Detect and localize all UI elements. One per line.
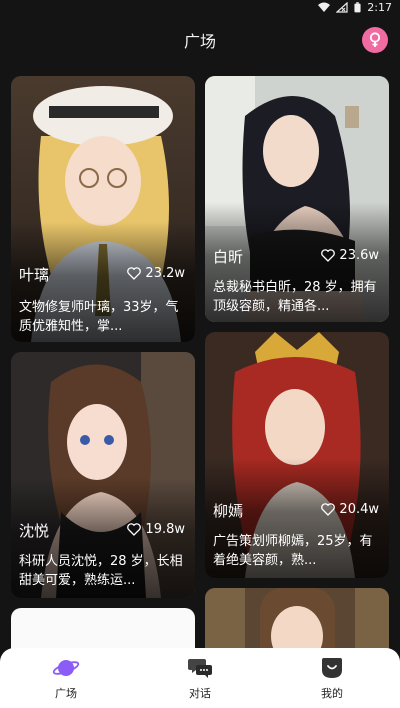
no-signal-icon	[336, 2, 348, 13]
character-description: 广告策划师柳嫣，25岁，有着绝美容颜，熟...	[213, 534, 373, 568]
tab-profile[interactable]: 我的	[292, 654, 372, 704]
like-count: 19.8w	[127, 522, 185, 537]
character-name: 白昕	[213, 248, 244, 266]
like-count: 23.2w	[127, 266, 185, 281]
tab-chat[interactable]: 对话	[160, 654, 240, 704]
character-description: 文物修复师叶璃，33岁，气质优雅知性，掌...	[19, 300, 179, 334]
character-card[interactable]: 白昕 23.6w 总裁秘书白昕，28 岁，拥有顶级容颜，精通各...	[205, 76, 389, 322]
tab-plaza[interactable]: 广场	[26, 654, 106, 704]
header: 广场	[0, 18, 400, 62]
bottom-tab-bar: 广场 对话 我的	[0, 648, 400, 708]
female-symbol-icon	[369, 32, 381, 47]
wifi-icon	[318, 2, 331, 12]
character-portrait	[205, 588, 389, 650]
tab-label: 广场	[55, 687, 77, 700]
profile-icon	[322, 658, 342, 678]
like-count: 20.4w	[321, 502, 379, 517]
status-bar: 2:17	[0, 0, 400, 16]
page-title: 广场	[183, 32, 216, 51]
character-card-placeholder[interactable]	[11, 608, 195, 650]
like-count: 23.6w	[321, 248, 379, 263]
character-card[interactable]: 沈悦 19.8w 科研人员沈悦，28 岁，长相甜美可爱，熟练运...	[11, 352, 195, 598]
heart-icon	[127, 267, 142, 280]
heart-icon	[321, 249, 336, 262]
character-name: 叶璃	[19, 266, 50, 284]
character-card[interactable]	[205, 588, 389, 650]
gender-filter-button[interactable]	[362, 27, 388, 53]
character-feed[interactable]: 叶璃 23.2w 文物修复师叶璃，33岁，气质优雅知性，掌... 白昕 23.6…	[0, 72, 400, 650]
character-name: 柳嫣	[213, 502, 244, 520]
tab-label: 对话	[189, 687, 211, 700]
character-description: 总裁秘书白昕，28 岁，拥有顶级容颜，精通各...	[213, 280, 377, 314]
clock: 2:17	[367, 1, 392, 14]
heart-icon	[127, 523, 142, 536]
character-name: 沈悦	[19, 522, 50, 540]
character-card[interactable]: 柳嫣 20.4w 广告策划师柳嫣，25岁，有着绝美容颜，熟...	[205, 332, 389, 578]
chat-bubbles-icon	[188, 659, 212, 678]
battery-icon	[354, 2, 361, 13]
tab-label: 我的	[321, 687, 343, 700]
planet-icon	[52, 660, 80, 676]
character-card[interactable]: 叶璃 23.2w 文物修复师叶璃，33岁，气质优雅知性，掌...	[11, 76, 195, 342]
heart-icon	[321, 503, 336, 516]
character-description: 科研人员沈悦，28 岁，长相甜美可爱，熟练运...	[19, 554, 183, 588]
